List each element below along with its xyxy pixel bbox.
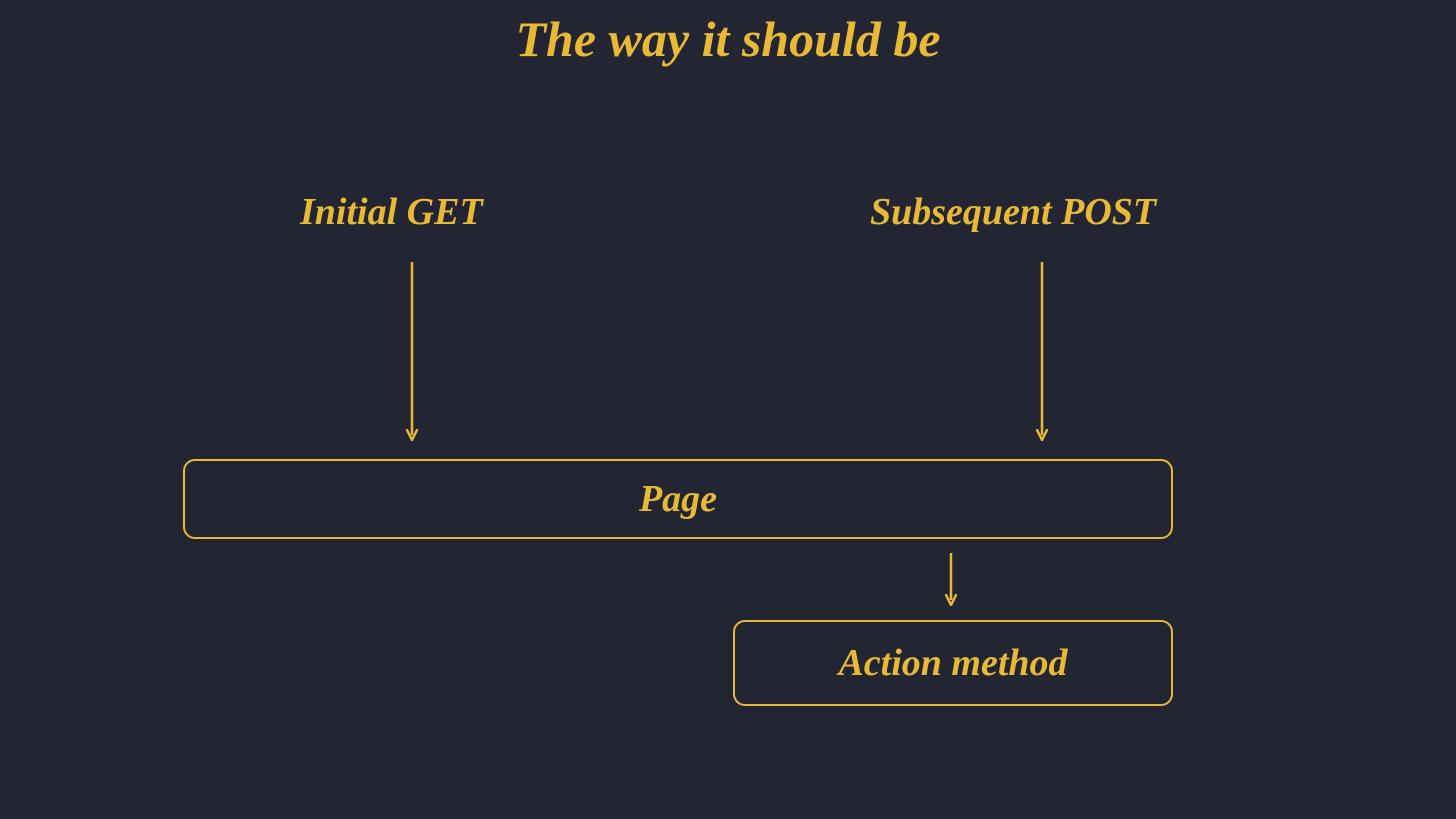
page-box: Page bbox=[183, 459, 1173, 539]
action-method-box: Action method bbox=[733, 620, 1173, 706]
diagram-stage: The way it should be Initial GET Subsequ… bbox=[0, 0, 1456, 819]
action-method-label: Action method bbox=[838, 641, 1067, 685]
diagram-title: The way it should be bbox=[0, 10, 1456, 68]
page-box-label: Page bbox=[639, 477, 717, 521]
arrows-layer bbox=[0, 0, 1456, 819]
label-subsequent-post: Subsequent POST bbox=[870, 190, 1156, 234]
label-initial-get: Initial GET bbox=[300, 190, 483, 234]
